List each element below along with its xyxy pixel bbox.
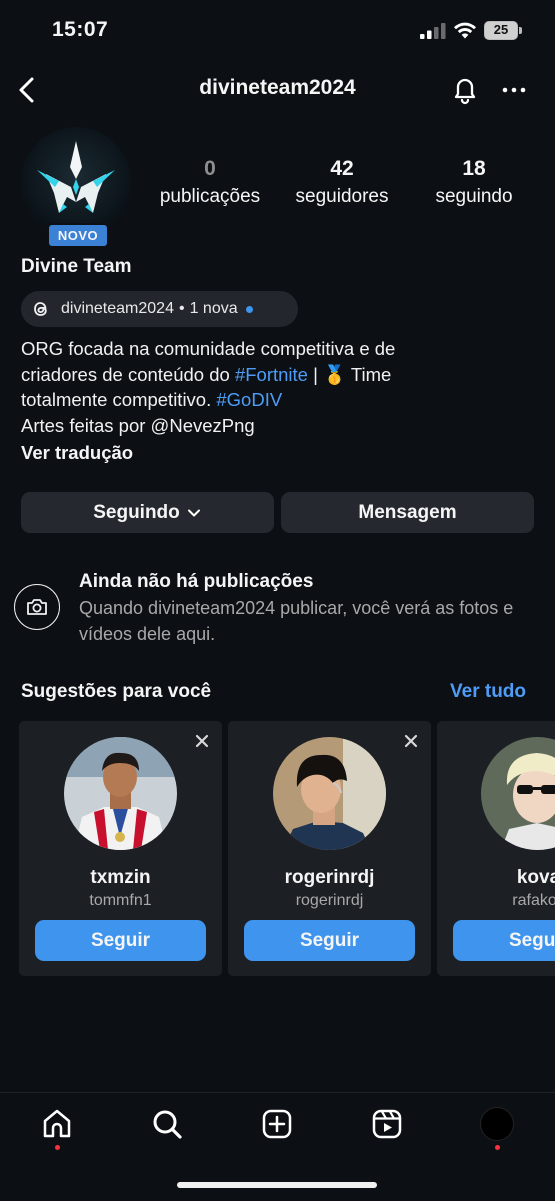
home-notification-dot [55, 1145, 60, 1150]
threads-separator: • [178, 300, 185, 317]
bell-icon[interactable] [450, 74, 480, 106]
display-name: Divine Team [21, 256, 132, 277]
camera-circle [14, 584, 60, 630]
profile-avatar[interactable] [21, 127, 131, 237]
bio-line-3: totalmente competitivo. #GoDIV [21, 387, 531, 413]
battery-indicator: 25 [484, 21, 518, 40]
stat-posts-label: publicações [159, 186, 261, 207]
back-icon[interactable] [14, 74, 42, 106]
bio-line-4: Artes feitas por @NevezPng [21, 414, 255, 436]
threads-new-dot [245, 305, 253, 313]
suggestion-card[interactable]: rogerinrdj rogerinrdj Seguir [228, 721, 431, 976]
suggestion-card[interactable]: txmzin tommfn1 Seguir [19, 721, 222, 976]
message-button-label: Mensagem [358, 501, 457, 523]
home-icon[interactable] [39, 1106, 75, 1142]
stat-followers[interactable]: 42 seguidores [282, 157, 402, 210]
suggestion-name: kova [516, 867, 555, 888]
bio-text: | 🥇 Time [307, 363, 392, 385]
hashtag-fortnite[interactable]: #Fortnite [235, 364, 308, 385]
profile-tab-avatar[interactable] [480, 1107, 514, 1141]
suggestion-username: rogerinrdj [295, 892, 364, 909]
stat-following-label: seguindo [435, 186, 513, 207]
search-icon[interactable] [149, 1106, 185, 1142]
create-icon[interactable] [259, 1106, 295, 1142]
new-badge: NOVO [47, 223, 109, 248]
stat-followers-count: 42 [330, 157, 354, 180]
suggestion-avatar[interactable] [273, 737, 386, 850]
status-time: 15:07 [52, 18, 109, 41]
suggestion-name: rogerinrdj [284, 867, 375, 888]
threads-handle: divineteam2024 [61, 300, 174, 317]
empty-state-description: Quando divineteam2024 publicar, você ver… [79, 598, 514, 644]
wifi-icon [454, 22, 476, 39]
chevron-down-icon [187, 509, 200, 516]
close-icon[interactable] [403, 733, 419, 749]
suggestion-username: rafakov [512, 892, 555, 909]
avatar-photo [64, 737, 177, 850]
avatar-photo [273, 737, 386, 850]
bio-text: criadores de conteúdo do [21, 363, 235, 385]
bio-line-1: ORG focada na comunidade competitiva e d… [21, 338, 396, 359]
see-translation-link[interactable]: Ver tradução [21, 442, 133, 464]
camera-icon [27, 599, 47, 615]
follow-button[interactable]: Seguir [244, 920, 415, 961]
following-button[interactable]: Seguindo [21, 492, 274, 533]
threads-new-label: 1 nova [189, 300, 238, 317]
home-indicator [177, 1182, 377, 1188]
divine-team-logo [37, 141, 115, 213]
bio-line-2: criadores de conteúdo do #Fortnite | 🥇 T… [21, 362, 531, 388]
message-button[interactable]: Mensagem [281, 492, 534, 533]
hashtag-godiv[interactable]: #GoDIV [216, 389, 282, 410]
suggestion-username: tommfn1 [89, 892, 152, 909]
bio: ORG focada na comunidade competitiva e d… [21, 336, 531, 438]
close-icon[interactable] [194, 733, 210, 749]
suggestion-name: txmzin [90, 867, 151, 888]
suggestion-avatar[interactable] [481, 737, 555, 850]
avatar-photo [481, 737, 555, 850]
empty-state-title: Ainda não há publicações [79, 571, 314, 592]
bio-text: totalmente competitivo. [21, 389, 217, 410]
battery-tip [519, 27, 522, 34]
following-button-label: Seguindo [93, 501, 180, 523]
suggestion-avatar[interactable] [64, 737, 177, 850]
suggestions-title: Sugestões para você [21, 681, 212, 702]
see-all-link[interactable]: Ver tudo [450, 681, 526, 703]
stat-posts-count: 0 [204, 157, 216, 180]
profile-notification-dot [495, 1145, 500, 1150]
reels-icon[interactable] [369, 1106, 405, 1142]
stat-followers-label: seguidores [295, 186, 389, 207]
more-icon[interactable] [500, 80, 528, 100]
signal-icon [420, 23, 446, 39]
follow-button[interactable]: Seguir [453, 920, 555, 961]
suggestion-card[interactable]: kova rafakov Seguir [437, 721, 555, 976]
follow-button[interactable]: Seguir [35, 920, 206, 961]
threads-link[interactable]: divineteam2024 • 1 nova [21, 291, 298, 327]
stat-following[interactable]: 18 seguindo [420, 157, 528, 210]
threads-icon [34, 302, 47, 316]
stat-posts[interactable]: 0 publicações [146, 157, 274, 210]
stat-following-count: 18 [462, 157, 486, 180]
